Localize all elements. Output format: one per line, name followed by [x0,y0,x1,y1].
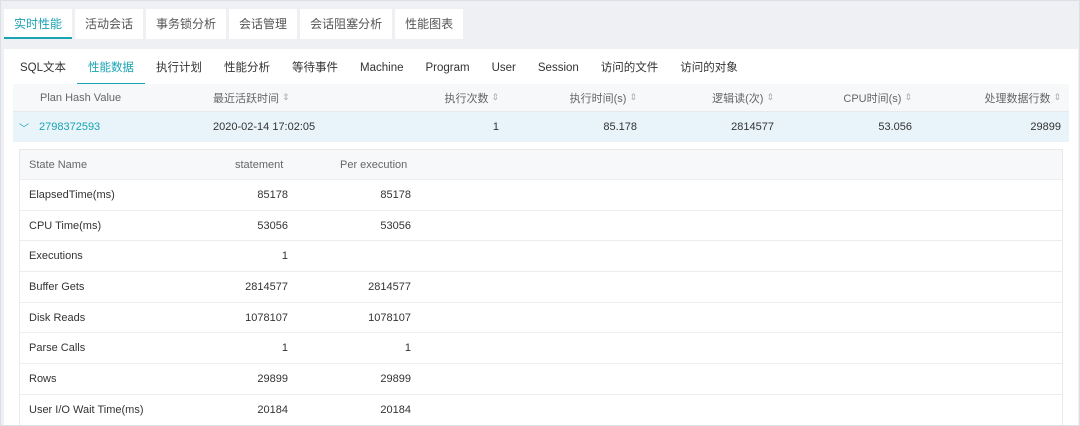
tab-session-blocking-analysis[interactable]: 会话阻塞分析 [300,9,393,39]
sort-icon[interactable]: ⇕ [282,92,290,103]
table-row[interactable]: ﹀ 2798372593 2020-02-14 17:02:05 1 85.17… [13,112,1069,142]
top-tab-bar: 实时性能 活动会话 事务锁分析 会话管理 会话阻塞分析 性能图表 [4,9,464,39]
subtab-user[interactable]: User [481,61,527,85]
col-state-name: State Name [29,158,88,171]
col-last-active-time[interactable]: 最近活跃时间 ⇕ [213,84,290,111]
tab-performance-charts[interactable]: 性能图表 [395,9,464,39]
col-plan-hash-value[interactable]: Plan Hash Value [40,84,121,111]
table-row: Buffer Gets 2814577 2814577 [20,272,1062,303]
col-rows-processed[interactable]: 处理数据行数 ⇕ [984,84,1061,111]
sort-icon[interactable]: ⇕ [1053,92,1061,103]
table-row: Disk Reads 1078107 1078107 [20,303,1062,334]
per-execution-value: 85178 [380,188,411,201]
detail-table-header: State Name statement Per execution [20,150,1062,180]
logical-reads-value: 2814577 [731,121,774,133]
plan-hash-value[interactable]: 2798372593 [39,121,100,133]
col-executions[interactable]: 执行次数 ⇕ [444,84,499,111]
sort-icon[interactable]: ⇕ [629,92,637,103]
col-cpu-time-label: CPU时间(s) [843,92,902,105]
tab-realtime-performance[interactable]: 实时性能 [4,9,73,39]
tab-transaction-lock-analysis[interactable]: 事务锁分析 [146,9,227,39]
main-table-header: Plan Hash Value 最近活跃时间 ⇕ 执行次数 ⇕ 执行时间(s) ⇕ 逻… [13,84,1069,112]
executions-value: 1 [492,121,499,133]
subtab-sql-text[interactable]: SQL文本 [20,61,77,85]
col-cpu-time[interactable]: CPU时间(s) ⇕ [843,84,912,111]
col-plan-hash-value-label: Plan Hash Value [40,91,122,104]
sub-tab-bar: SQL文本 性能数据 执行计划 性能分析 等待事件 Machine Progra… [20,61,749,85]
detail-table: State Name statement Per execution Elaps… [19,149,1063,425]
sort-icon[interactable]: ⇕ [904,92,912,103]
subtab-wait-events[interactable]: 等待事件 [281,61,349,85]
table-row: Rows 29899 29899 [20,364,1062,395]
per-execution-value: 2814577 [368,280,411,293]
table-row: Executions 1 [20,241,1062,273]
col-statement: statement [235,158,284,171]
exec-time-value: 85.178 [603,121,637,133]
per-execution-value: 1078107 [368,311,411,324]
subtab-machine[interactable]: Machine [349,61,414,85]
rows-processed-value: 29899 [1030,121,1061,133]
main-panel: SQL文本 性能数据 执行计划 性能分析 等待事件 Machine Progra… [4,49,1078,425]
tab-session-management[interactable]: 会话管理 [229,9,298,39]
col-logical-reads-label: 逻辑读(次) [712,92,764,105]
subtab-session[interactable]: Session [527,61,590,85]
col-last-active-time-label: 最近活跃时间 [213,92,279,105]
table-row: CPU Time(ms) 53056 53056 [20,211,1062,242]
tab-active-sessions[interactable]: 活动会话 [75,9,144,39]
plan-hash-cell: ﹀ 2798372593 [19,112,100,142]
last-active-value: 2020-02-14 17:02:05 [213,121,316,133]
subtab-accessed-objects[interactable]: 访问的对象 [669,61,749,85]
cpu-time-value: 53.056 [878,121,912,133]
app-frame: 实时性能 活动会话 事务锁分析 会话管理 会话阻塞分析 性能图表 SQL文本 性… [0,0,1080,426]
col-executions-label: 执行次数 [444,92,489,105]
per-execution-value: 20184 [380,403,411,416]
subtab-execution-plan[interactable]: 执行计划 [145,61,213,85]
table-row: User I/O Wait Time(ms) 20184 20184 [20,395,1062,425]
col-exec-time[interactable]: 执行时间(s) ⇕ [570,84,637,111]
sort-icon[interactable]: ⇕ [491,92,499,103]
table-row: ElapsedTime(ms) 85178 85178 [20,180,1062,211]
col-rows-processed-label: 处理数据行数 [984,92,1051,105]
col-logical-reads[interactable]: 逻辑读(次) ⇕ [712,84,774,111]
chevron-down-icon[interactable]: ﹀ [19,120,29,135]
subtab-accessed-files[interactable]: 访问的文件 [590,61,670,85]
table-row: Parse Calls 1 1 [20,333,1062,365]
col-per-execution: Per execution [340,158,408,171]
subtab-performance-data[interactable]: 性能数据 [77,61,146,85]
per-execution-value [20,241,411,271]
per-execution-value: 53056 [380,219,411,232]
per-execution-value: 29899 [380,372,411,385]
subtab-performance-analysis[interactable]: 性能分析 [213,61,281,85]
sort-icon[interactable]: ⇕ [766,92,774,103]
col-exec-time-label: 执行时间(s) [569,92,627,105]
subtab-program[interactable]: Program [414,61,480,85]
per-execution-value: 1 [404,342,411,355]
